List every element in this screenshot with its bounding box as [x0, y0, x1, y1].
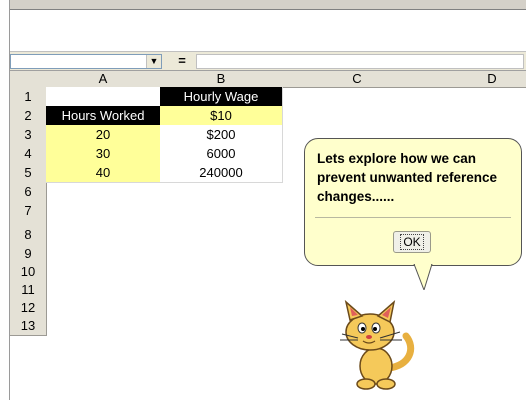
cat-assistant-icon[interactable] — [330, 296, 422, 396]
column-header-b[interactable]: B — [160, 71, 283, 88]
edit-formula-button[interactable]: = — [170, 54, 194, 69]
row-header-12[interactable]: 12 — [10, 299, 47, 318]
cell-b4[interactable]: 6000 — [160, 144, 283, 164]
cell-a4[interactable]: 30 — [46, 144, 161, 164]
cell-b1[interactable]: Hourly Wage — [160, 87, 283, 107]
assistant-balloon: Lets explore how we can prevent unwanted… — [304, 138, 522, 266]
select-all-corner[interactable] — [10, 71, 47, 88]
row-header-11[interactable]: 11 — [10, 281, 47, 300]
title-bar-strip — [10, 0, 526, 10]
row-header-5[interactable]: 5 — [10, 163, 47, 183]
cell-b2[interactable]: $10 — [160, 106, 283, 126]
formula-input[interactable] — [196, 54, 524, 69]
row-header-2[interactable]: 2 — [10, 106, 47, 126]
row-header-7[interactable]: 7 — [10, 201, 47, 221]
row-header-8[interactable]: 8 — [10, 220, 47, 245]
balloon-tail — [413, 264, 433, 290]
cell-b3[interactable]: $200 — [160, 125, 283, 145]
ok-button[interactable]: OK — [393, 231, 431, 253]
row-header-3[interactable]: 3 — [10, 125, 47, 145]
formula-bar: ▼ = — [10, 51, 526, 71]
name-box[interactable]: ▼ — [10, 54, 162, 69]
cell-a2[interactable]: Hours Worked — [46, 106, 161, 126]
cell-a3[interactable]: 20 — [46, 125, 161, 145]
cell-b5[interactable]: 240000 — [160, 163, 283, 183]
balloon-divider — [315, 217, 511, 218]
column-header-a[interactable]: A — [46, 71, 161, 88]
toolbar-area — [10, 11, 526, 51]
row-header-13[interactable]: 13 — [10, 317, 47, 336]
row-header-9[interactable]: 9 — [10, 244, 47, 264]
row-header-6[interactable]: 6 — [10, 182, 47, 202]
chevron-down-icon[interactable]: ▼ — [146, 55, 161, 68]
row-header-1[interactable]: 1 — [10, 87, 47, 107]
row-header-4[interactable]: 4 — [10, 144, 47, 164]
ok-label: OK — [400, 234, 424, 250]
column-header-d[interactable]: D — [432, 71, 526, 88]
cell-a5[interactable]: 40 — [46, 163, 161, 183]
row-header-10[interactable]: 10 — [10, 263, 47, 282]
column-header-c[interactable]: C — [282, 71, 433, 88]
cell-a1[interactable] — [46, 87, 161, 107]
assistant-message: Lets explore how we can prevent unwanted… — [317, 151, 498, 204]
